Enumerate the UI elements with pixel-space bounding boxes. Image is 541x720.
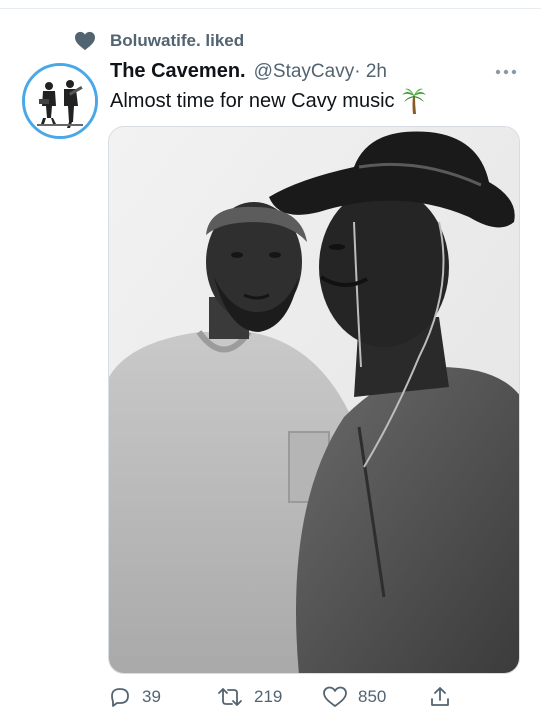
avatar[interactable] [22, 63, 98, 139]
author-handle[interactable]: @StayCavy [254, 61, 355, 83]
top-divider [0, 8, 541, 9]
tweet-text: Almost time for new Cavy music [110, 89, 395, 112]
share-icon [431, 687, 449, 706]
palm-tree-icon [401, 88, 426, 114]
heart-icon [75, 31, 95, 51]
reply-count: 39 [142, 687, 161, 706]
tweet-actions: 39 219 850 [108, 682, 520, 712]
like-button[interactable]: 850 [322, 682, 386, 712]
more-options-button[interactable] [492, 62, 520, 82]
author-display-name[interactable]: The Cavemen. [110, 60, 246, 83]
reply-button[interactable]: 39 [108, 682, 161, 712]
tweet-photo[interactable] [108, 126, 520, 674]
ellipsis-icon [495, 69, 517, 75]
photo-two-people [109, 127, 519, 673]
reply-icon [111, 688, 129, 707]
band-avatar-image [25, 66, 95, 136]
retweet-icon [218, 688, 242, 706]
like-count: 850 [358, 687, 387, 706]
tweet-time[interactable]: · 2h [354, 61, 387, 83]
retweet-count: 219 [254, 687, 283, 706]
tweet-header: The Cavemen. @StayCavy · 2h [110, 60, 387, 88]
tweet-body: Almost time for new Cavy music [110, 87, 427, 115]
retweet-button[interactable]: 219 [216, 682, 282, 712]
share-button[interactable] [428, 682, 452, 712]
social-context[interactable]: Boluwatife. liked [74, 28, 244, 54]
heart-outline-icon [323, 686, 347, 707]
social-context-text: Boluwatife. liked [110, 31, 245, 50]
